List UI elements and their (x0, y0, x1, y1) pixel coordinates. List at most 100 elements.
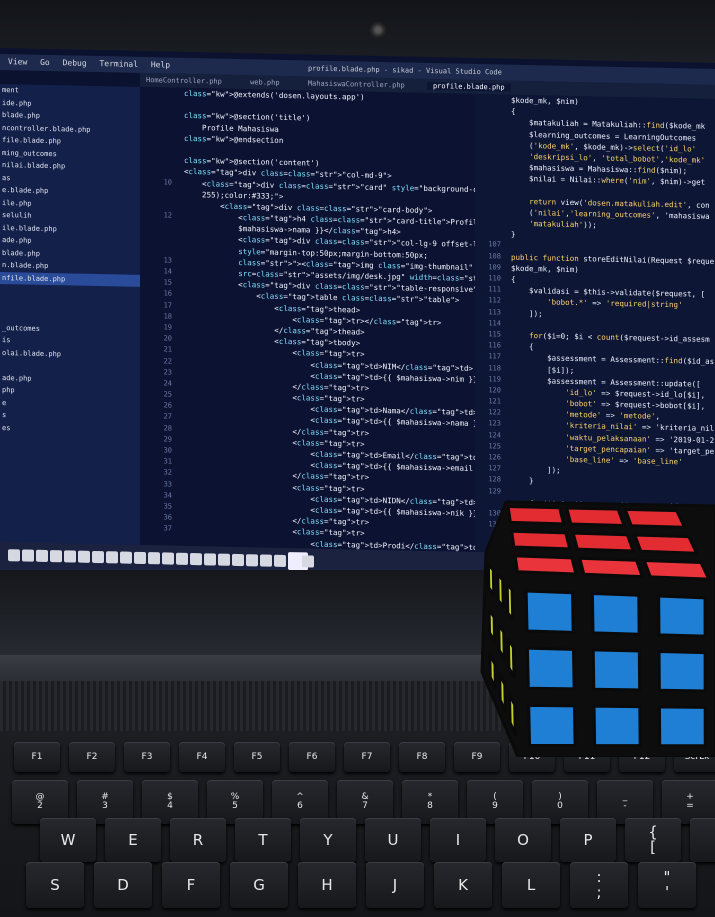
taskbar-app-icon[interactable] (120, 551, 132, 564)
keyboard-key[interactable]: P (560, 818, 616, 862)
line-number: 117 (488, 352, 501, 361)
keyboard-key[interactable]: F1 (14, 742, 60, 772)
keyboard-key[interactable]: F6 (289, 742, 335, 772)
line-number (475, 195, 505, 207)
taskbar-app-icon[interactable] (134, 551, 146, 565)
explorer-file-item[interactable]: es (0, 422, 140, 437)
keyboard-key[interactable]: } ] (690, 818, 715, 862)
line-number: 24 (163, 379, 172, 388)
line-number: 118 (488, 363, 501, 372)
webcam-icon (370, 22, 386, 38)
taskbar-app-icon[interactable] (162, 552, 174, 565)
line-number: 110 (488, 274, 501, 283)
keyboard-key[interactable]: D (94, 862, 152, 908)
keyboard-key[interactable]: F (162, 862, 220, 908)
taskbar-app-icon[interactable] (22, 549, 34, 562)
line-number-gutter: 10 12 13 14 15 16 17 18 19 20 21 22 23 24 25 26 27 28 29 30… (140, 87, 180, 558)
keyboard-key[interactable]: { [ (625, 818, 681, 862)
keyboard-key[interactable]: I (430, 818, 486, 862)
code-text-right: $kode_mk, $nim){ $matakuliah = Matakulia… (511, 95, 714, 536)
menu-go[interactable]: Go (40, 58, 50, 67)
line-number-gutter-right: 107 108 109 110 111 112 113 114 115 116 117 118 119 1… (475, 94, 505, 531)
keyboard-key[interactable]: T (235, 818, 291, 862)
cube-sticker-side (505, 583, 515, 622)
line-number: 116 (488, 341, 501, 350)
tab-mahasiswa-controller[interactable]: MahasiswaController.php (302, 79, 405, 89)
taskbar-app-icon[interactable] (302, 555, 314, 568)
line-number: 115 (488, 330, 501, 339)
line-number (475, 139, 505, 151)
line-number: 17 (163, 300, 172, 310)
keyboard-key[interactable]: L (502, 862, 560, 908)
cube-sticker-top (623, 507, 686, 529)
tab-web[interactable]: web.php (244, 78, 280, 87)
keyboard-key[interactable]: F5 (234, 742, 280, 772)
line-number (475, 206, 505, 218)
keyboard-key[interactable]: F7 (344, 742, 390, 772)
line-number (140, 154, 180, 166)
taskbar-app-icon[interactable] (176, 552, 188, 565)
line-number (140, 109, 180, 121)
keyboard-key[interactable]: F8 (399, 742, 445, 772)
keyboard-key[interactable]: S (26, 862, 84, 908)
keyboard-key[interactable]: " ' (638, 862, 696, 908)
taskbar-app-icon[interactable] (204, 553, 216, 566)
taskbar-app-icon[interactable] (78, 550, 90, 563)
keyboard-key[interactable]: W (40, 818, 96, 862)
keyboard-key[interactable]: Y (300, 818, 356, 862)
keyboard-key[interactable]: R (170, 818, 226, 862)
keyboard-key[interactable]: F4 (179, 742, 225, 772)
line-number: 37 (163, 524, 172, 533)
keyboard-key[interactable]: G (230, 862, 288, 908)
line-number (140, 132, 180, 144)
menu-help[interactable]: Help (151, 60, 170, 69)
keyboard-key[interactable]: E (105, 818, 161, 862)
menu-debug[interactable]: Debug (63, 58, 87, 68)
taskbar-app-icon[interactable] (274, 554, 286, 567)
menu-terminal[interactable]: Terminal (99, 59, 138, 69)
line-number: 31 (163, 457, 172, 466)
line-number: 19 (163, 323, 172, 332)
line-number (140, 120, 180, 132)
taskbar-app-icon[interactable] (106, 551, 118, 564)
line-number (475, 161, 505, 173)
taskbar-app-icon[interactable] (246, 554, 258, 567)
line-number: 20 (163, 334, 172, 343)
keyboard-key[interactable]: U (365, 818, 421, 862)
taskbar-app-icon[interactable] (232, 553, 244, 567)
taskbar-app-icon[interactable] (148, 552, 160, 565)
cube-sticker-top (571, 531, 635, 553)
taskbar-app-icon[interactable] (8, 549, 20, 562)
line-number: 27 (163, 412, 172, 422)
line-number: 126 (488, 453, 501, 462)
keyboard-key[interactable]: O (495, 818, 551, 862)
cube-sticker-side (496, 573, 505, 609)
keyboard-key[interactable]: F3 (124, 742, 170, 772)
cube-sticker-side (506, 637, 516, 679)
line-number: 22 (163, 356, 172, 366)
keyboard-key[interactable]: F2 (69, 742, 115, 772)
taskbar-app-icon[interactable] (36, 549, 48, 563)
taskbar-app-icon[interactable] (92, 550, 104, 564)
menu-view[interactable]: View (8, 57, 27, 66)
taskbar-app-icon[interactable] (64, 550, 76, 563)
tab-profile-blade[interactable]: profile.blade.php (426, 81, 511, 92)
keyboard-key[interactable]: J (366, 862, 424, 908)
tab-home-controller[interactable]: HomeController.php (140, 76, 222, 86)
code-editor-left[interactable]: 10 12 13 14 15 16 17 18 19 20 21 22 23 24 25 26 27 28 29 30… (140, 86, 608, 564)
line-number: 111 (488, 285, 501, 294)
taskbar-app-icon[interactable] (50, 550, 62, 563)
keyboard-key[interactable]: : ; (570, 862, 628, 908)
taskbar-app-icon[interactable] (190, 552, 202, 566)
taskbar-app-icon[interactable] (218, 553, 230, 566)
cube-sticker-top (510, 529, 572, 551)
keyboard-key[interactable]: H (298, 862, 356, 908)
line-number: 127 (488, 464, 501, 473)
line-number: 25 (163, 390, 172, 399)
cube-sticker-front (657, 649, 707, 693)
keyboard-key[interactable]: K (434, 862, 492, 908)
cube-sticker-front (590, 592, 641, 636)
cube-sticker-front (527, 703, 577, 748)
line-number: 121 (488, 397, 501, 406)
taskbar-app-icon[interactable] (260, 554, 272, 567)
